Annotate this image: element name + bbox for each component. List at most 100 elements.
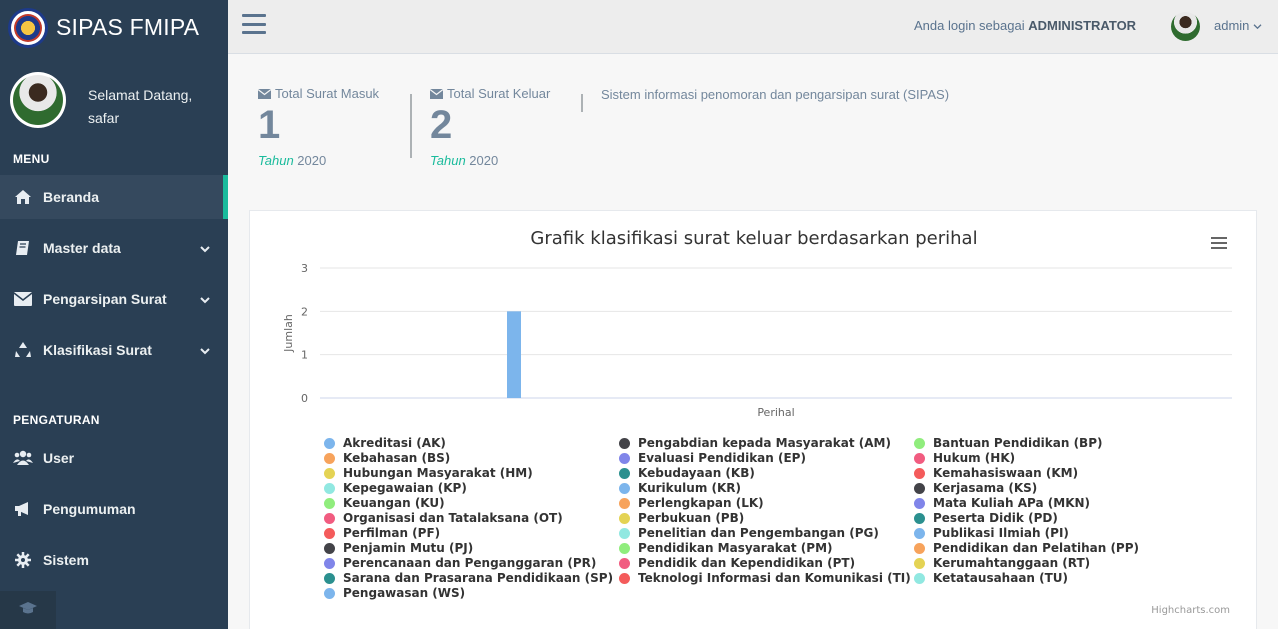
legend-label: Hubungan Masyarakat (HM) <box>343 466 533 480</box>
y-tick-label: 2 <box>301 305 308 318</box>
sidebar-item-user[interactable]: User <box>0 436 228 480</box>
menu-heading: MENU <box>13 152 50 166</box>
legend-item[interactable]: Teknologi Informasi dan Komunikasi (TI) <box>619 571 911 585</box>
legend-item[interactable]: Kebudayaan (KB) <box>619 466 755 480</box>
legend-marker <box>324 527 335 539</box>
divider <box>581 94 583 112</box>
chart-credits[interactable]: Highcharts.com <box>1151 605 1230 616</box>
legend-label: Evaluasi Pendidikan (EP) <box>638 451 806 465</box>
legend-item[interactable]: Organisasi dan Tatalaksana (OT) <box>324 511 563 525</box>
user-avatar[interactable] <box>1171 12 1200 41</box>
legend-item[interactable]: Kemahasiswaan (KM) <box>914 466 1078 480</box>
legend-item[interactable]: Perencanaan dan Penganggaran (PR) <box>324 556 596 570</box>
legend-marker <box>324 497 335 509</box>
recycle-icon <box>13 341 33 359</box>
y-tick-label: 1 <box>301 349 308 362</box>
legend-item[interactable]: Pendidik dan Kependidikan (PT) <box>619 556 855 570</box>
sidebar-item-label: Klasifikasi Surat <box>43 342 152 358</box>
legend-label: Perlengkapan (LK) <box>638 496 764 510</box>
legend-marker <box>324 437 335 449</box>
sidebar-item-label: Sistem <box>43 552 89 568</box>
legend-item[interactable]: Evaluasi Pendidikan (EP) <box>619 451 806 465</box>
sidebar-item-pengarsipan-surat[interactable]: Pengarsipan Surat <box>0 277 228 321</box>
legend-item[interactable]: Kerumahtanggaan (RT) <box>914 556 1090 570</box>
legend-item[interactable]: Pengawasan (WS) <box>324 586 465 600</box>
sidebar-item-label: Beranda <box>43 189 100 205</box>
gear-icon <box>13 551 33 569</box>
book-icon <box>13 239 33 257</box>
legend-label: Perencanaan dan Penganggaran (PR) <box>343 556 597 570</box>
tile-label: Total Surat Masuk <box>275 86 380 101</box>
legend-item[interactable]: Kepegawaian (KP) <box>324 481 467 495</box>
legend-marker <box>324 542 335 554</box>
greeting: Selamat Datang, <box>88 87 193 103</box>
user-dropdown[interactable]: admin <box>1214 18 1262 33</box>
legend-item[interactable]: Pendidikan dan Pelatihan (PP) <box>914 541 1139 555</box>
legend-item[interactable]: Ketatausahaan (TU) <box>914 571 1068 585</box>
legend-label: Pendidik dan Kependidikan (PT) <box>638 556 856 570</box>
graduation-cap-icon <box>19 601 37 620</box>
legend-item[interactable]: Akreditasi (AK) <box>324 436 446 450</box>
login-role: ADMINISTRATOR <box>1028 18 1137 33</box>
envelope-icon <box>430 88 443 99</box>
legend-label: Pendidikan dan Pelatihan (PP) <box>933 541 1140 555</box>
legend-marker <box>324 512 335 524</box>
legend-item[interactable]: Hukum (HK) <box>914 451 1015 465</box>
legend-item[interactable]: Publikasi Ilmiah (PI) <box>914 526 1069 540</box>
sidebar-footer-button[interactable] <box>0 591 56 629</box>
legend-item[interactable]: Kerjasama (KS) <box>914 481 1037 495</box>
envelope-icon <box>13 290 33 308</box>
sidebar-item-klasifikasi-surat[interactable]: Klasifikasi Surat <box>0 328 228 372</box>
bullhorn-icon <box>13 500 33 518</box>
brand[interactable]: SIPAS FMIPA <box>0 0 228 55</box>
legend-item[interactable]: Kebahasan (BS) <box>324 451 450 465</box>
profile-name: safar <box>88 110 120 126</box>
legend-marker <box>914 452 925 464</box>
legend-label: Kebudayaan (KB) <box>638 466 755 480</box>
y-tick-label: 0 <box>301 392 308 405</box>
legend-item[interactable]: Penelitian dan Pengembangan (PG) <box>619 526 879 540</box>
legend-label: Ketatausahaan (TU) <box>933 571 1069 585</box>
legend-item[interactable]: Pendidikan Masyarakat (PM) <box>619 541 833 555</box>
legend-item[interactable]: Pengabdian kepada Masyarakat (AM) <box>619 436 891 450</box>
legend-label: Kepegawaian (KP) <box>343 481 467 495</box>
legend-item[interactable]: Kurikulum (KR) <box>619 481 741 495</box>
legend-marker <box>619 527 630 539</box>
legend-item[interactable]: Perlengkapan (LK) <box>619 496 764 510</box>
legend-item[interactable]: Keuangan (KU) <box>324 496 445 510</box>
envelope-icon <box>258 88 271 99</box>
sidebar-item-pengumuman[interactable]: Pengumuman <box>0 487 228 531</box>
legend-item[interactable]: Sarana dan Prasarana Pendidikaan (SP) <box>324 571 613 585</box>
sidebar-item-label: User <box>43 450 75 466</box>
sidebar-item-master-data[interactable]: Master data <box>0 226 228 270</box>
tile-year: Tahun 2020 <box>258 153 327 168</box>
legend-label: Penelitian dan Pengembangan (PG) <box>638 526 879 540</box>
sidebar-item-sistem[interactable]: Sistem <box>0 538 228 582</box>
chart-plot: 0 1 2 3 Jumlah Perihal <box>282 262 1232 419</box>
university-logo-icon <box>8 7 48 48</box>
y-tick-label: 3 <box>301 262 308 275</box>
legend-marker <box>914 437 925 449</box>
legend-marker <box>619 497 630 509</box>
users-icon <box>13 449 33 467</box>
legend-marker <box>324 452 335 464</box>
tile-count: 1 <box>258 103 281 147</box>
legend-item[interactable]: Perbukuan (PB) <box>619 511 744 525</box>
x-axis-title: Perihal <box>757 406 794 419</box>
sidebar-item-label: Master data <box>43 240 121 256</box>
chevron-down-icon <box>1253 18 1262 33</box>
legend-item[interactable]: Penjamin Mutu (PJ) <box>324 541 473 555</box>
legend-item[interactable]: Mata Kuliah APa (MKN) <box>914 496 1090 510</box>
legend-item[interactable]: Hubungan Masyarakat (HM) <box>324 466 533 480</box>
legend-marker <box>324 587 335 599</box>
menu-toggle-icon[interactable] <box>242 14 266 34</box>
tile-total-surat-keluar: Total Surat Keluar 2 Tahun 2020 <box>430 86 550 168</box>
legend-item[interactable]: Peserta Didik (PD) <box>914 511 1058 525</box>
system-info: Sistem informasi penomoran dan pengarsip… <box>601 87 950 102</box>
legend-marker <box>619 467 630 479</box>
legend-label: Keuangan (KU) <box>343 496 445 510</box>
legend-item[interactable]: Bantuan Pendidikan (BP) <box>914 436 1102 450</box>
legend-marker <box>914 527 925 539</box>
sidebar-item-beranda[interactable]: Beranda <box>0 175 228 219</box>
legend-item[interactable]: Perfilman (PF) <box>324 526 440 540</box>
